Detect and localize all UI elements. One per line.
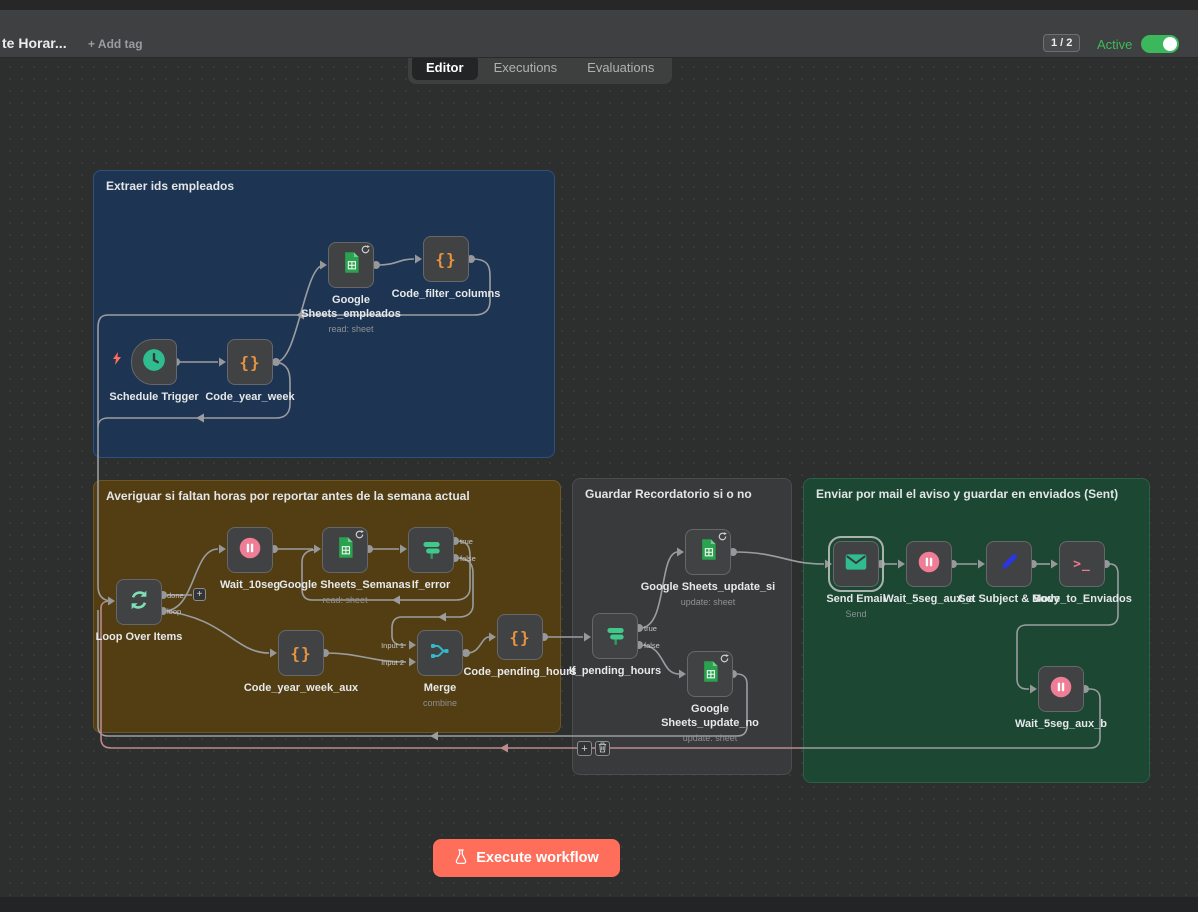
code-braces-icon: {} (435, 250, 456, 269)
sticky-note-enviar[interactable]: Enviar por mail el aviso y guardar en en… (803, 478, 1150, 783)
node-code-year-week-aux[interactable]: {} Code_year_week_aux (231, 630, 371, 696)
port-label-false: false (644, 641, 660, 650)
active-label: Active (1097, 37, 1132, 52)
connection-delete-button[interactable] (595, 741, 610, 756)
node-box[interactable]: {} (497, 614, 543, 660)
node-subtitle: read: sheet (322, 595, 367, 605)
port-label-done: done (167, 591, 184, 600)
pause-icon (1048, 674, 1074, 705)
sticky-title: Enviar por mail el aviso y guardar en en… (816, 487, 1137, 501)
node-label: Loop Over Items (96, 631, 183, 645)
node-label: Wait_5seg_aux_b (1015, 718, 1107, 732)
node-box[interactable] (408, 527, 454, 573)
node-if-error[interactable]: If_error (361, 527, 501, 593)
node-box[interactable] (687, 651, 733, 697)
node-box[interactable]: {} (278, 630, 324, 676)
tab-editor[interactable]: Editor (412, 55, 478, 80)
if-filter-icon (418, 535, 444, 566)
node-label: Move_to_Enviados (1032, 593, 1132, 607)
workflow-title[interactable]: te Horar... (2, 35, 67, 51)
tab-evaluations[interactable]: Evaluations (573, 55, 668, 80)
trash-icon (598, 740, 607, 758)
node-subtitle: update: sheet (681, 597, 736, 607)
active-toggle[interactable] (1141, 35, 1179, 53)
node-box[interactable] (1038, 666, 1084, 712)
execute-workflow-label: Execute workflow (476, 850, 598, 866)
google-sheets-icon (336, 536, 355, 564)
code-braces-icon: {} (239, 353, 260, 372)
node-google-sheets-update-si[interactable]: Google Sheets_update_si update: sheet (623, 529, 793, 607)
node-label: Merge (424, 682, 456, 696)
node-box[interactable] (685, 529, 731, 575)
node-label: Google Sheets_update_no (650, 703, 770, 731)
pause-icon (237, 535, 263, 566)
node-label: Code_year_week (205, 391, 294, 405)
node-subtitle: Send (845, 609, 866, 619)
tab-executions[interactable]: Executions (480, 55, 572, 80)
node-box[interactable]: {} (227, 339, 273, 385)
node-subtitle: read: sheet (328, 324, 373, 334)
refresh-icon (361, 245, 370, 254)
node-box[interactable] (227, 527, 273, 573)
add-tag-button[interactable]: + Add tag (88, 37, 143, 51)
refresh-icon (718, 532, 727, 541)
node-label: If_error (412, 579, 451, 593)
node-google-sheets-update-no[interactable]: Google Sheets_update_no update: sheet (650, 651, 770, 743)
code-braces-icon: {} (290, 644, 311, 663)
node-move-to-enviados[interactable]: >_ Move_to_Enviados (1007, 541, 1157, 607)
port-label-input1: Input 1 (371, 641, 404, 650)
port-label-true: true (644, 624, 657, 633)
node-subtitle: combine (423, 698, 457, 708)
code-braces-icon: {} (509, 628, 530, 647)
workflow-header: te Horar... + Add tag 1 / 2 Active (0, 10, 1198, 58)
node-label: Google Sheets_update_si (641, 581, 775, 595)
window-bottom-strip (0, 897, 1198, 912)
node-label: Code_year_week_aux (244, 682, 358, 696)
node-box[interactable] (328, 242, 374, 288)
terminal-icon: >_ (1073, 557, 1091, 572)
loop-icon (126, 587, 152, 618)
node-box[interactable] (116, 579, 162, 625)
node-label: Code_filter_columns (392, 288, 501, 302)
connection-add-button[interactable]: + (577, 741, 592, 756)
node-wait-5seg-aux-b[interactable]: Wait_5seg_aux_b (991, 666, 1131, 732)
toggle-knob (1163, 37, 1177, 51)
port-label-input2: Input 2 (371, 658, 404, 667)
port-label-true: true (460, 537, 473, 546)
node-code-year-week[interactable]: {} Code_year_week (180, 339, 320, 405)
add-node-button[interactable]: + (193, 588, 206, 601)
sticky-title: Guardar Recordatorio si o no (585, 487, 779, 501)
window-top-strip (0, 0, 1198, 10)
if-filter-icon (602, 621, 628, 652)
node-box[interactable] (131, 339, 177, 385)
trigger-bolt-icon (112, 352, 122, 365)
port-label-false: false (460, 554, 476, 563)
n8n-workflow-editor: te Horar... + Add tag 1 / 2 Active Edito… (0, 0, 1198, 912)
merge-icon (428, 639, 452, 668)
google-sheets-icon (699, 538, 718, 566)
node-box[interactable] (592, 613, 638, 659)
sticky-title: Averiguar si faltan horas por reportar a… (106, 489, 548, 503)
node-code-filter-columns[interactable]: {} Code_filter_columns (376, 236, 516, 302)
flask-icon (454, 848, 468, 869)
execute-workflow-button[interactable]: Execute workflow (433, 839, 620, 877)
clock-icon (141, 347, 167, 378)
node-box[interactable]: >_ (1059, 541, 1105, 587)
pagination-badge: 1 / 2 (1043, 34, 1080, 52)
port-label-loop: loop (167, 607, 181, 616)
node-label: If_pending_hours (569, 665, 661, 679)
node-box[interactable]: {} (423, 236, 469, 282)
google-sheets-icon (701, 660, 720, 688)
node-subtitle: update: sheet (683, 733, 738, 743)
refresh-icon (720, 654, 729, 663)
google-sheets-icon (342, 251, 361, 279)
sticky-title: Extraer ids empleados (106, 179, 542, 193)
